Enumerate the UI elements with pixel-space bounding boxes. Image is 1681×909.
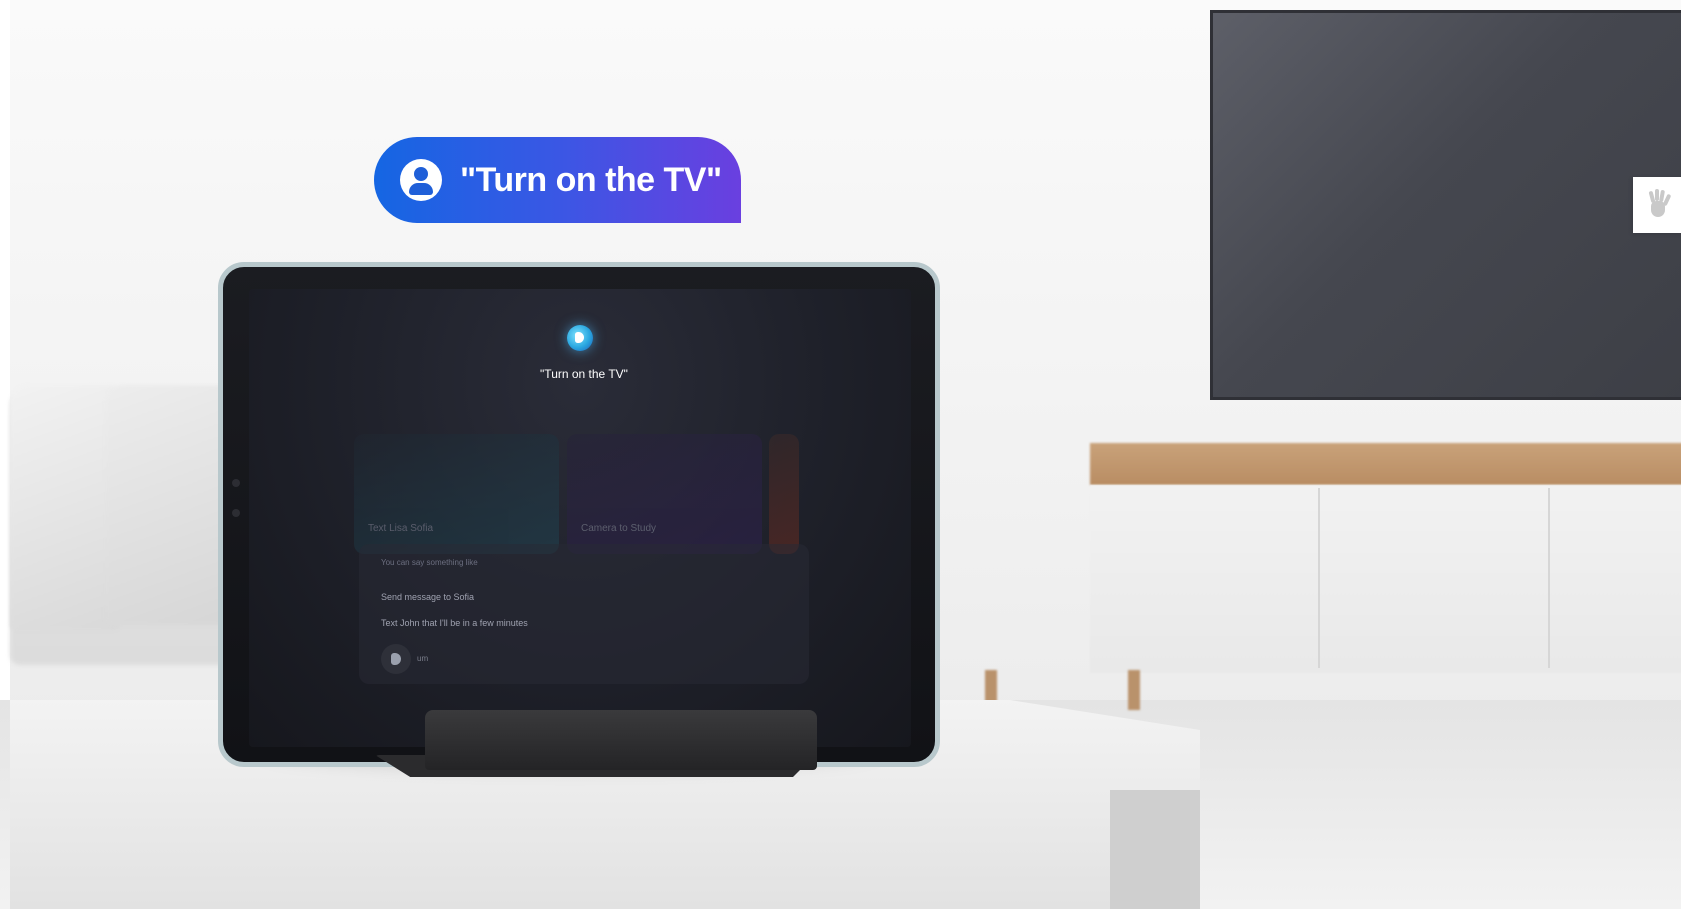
suggestion-item[interactable]: Text John that I'll be in a few minutes [381,618,528,628]
hand-icon [1642,189,1672,221]
assistant-query: "Turn on the TV" [540,367,628,381]
cabinet-leg [1128,670,1140,710]
media-cabinet [1090,485,1681,673]
photo-scene: "Turn on the TV" Text Lisa Sofia Camera … [0,0,1681,909]
suggestion-card[interactable]: Camera to Study [567,434,762,554]
user-icon [400,159,442,201]
sofa-cushion [105,385,235,625]
card-label: Text Lisa Sofia [368,523,434,534]
cabinet-door-divider [1548,488,1550,668]
accessibility-tab[interactable] [1633,177,1681,233]
tablet-dock [425,710,817,770]
voice-command-bubble: "Turn on the TV" [374,137,741,223]
tablet-device: "Turn on the TV" Text Lisa Sofia Camera … [218,262,940,767]
bixby-icon [567,325,593,351]
tablet-camera [232,479,240,487]
tablet-sensor [232,509,240,517]
suggestions-hint: You can say something like [381,558,478,567]
mic-button[interactable] [381,644,411,674]
suggestion-card[interactable] [769,434,799,554]
table-edge [1110,790,1200,909]
suggestion-item[interactable]: Send message to Sofia [381,592,474,602]
suggestions-panel: You can say something like Send message … [359,544,809,684]
tablet-screen: "Turn on the TV" Text Lisa Sofia Camera … [249,289,911,747]
voice-command-text: "Turn on the TV" [460,160,722,199]
mic-label: um [417,654,429,663]
suggestion-card[interactable]: Text Lisa Sofia [354,434,559,554]
card-label: Camera to Study [581,523,657,534]
cabinet-top [1090,443,1681,485]
television [1210,10,1681,400]
sofa-cushion [10,385,120,630]
cabinet-door-divider [1318,488,1320,668]
